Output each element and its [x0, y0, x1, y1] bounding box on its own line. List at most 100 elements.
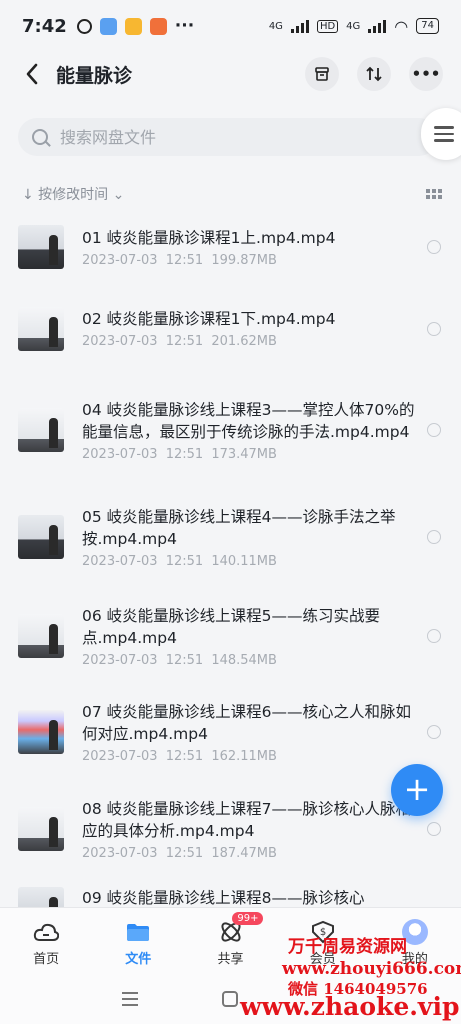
- sort-button[interactable]: [357, 57, 391, 91]
- file-info: 2023-07-03 12:51 201.62MB: [82, 334, 419, 349]
- watermark-line-1: 万千周易资源网: [288, 937, 407, 957]
- file-info: 2023-07-03 12:51 162.11MB: [82, 749, 419, 764]
- watermark: 万千周易资源网 www.zhouyi666.com 微信 1464049576: [282, 936, 461, 1000]
- hd-label: HD: [316, 19, 339, 33]
- app-header: 能量脉诊 •••: [0, 52, 461, 96]
- file-size: 140.11MB: [211, 553, 277, 569]
- file-time: 12:51: [165, 845, 204, 861]
- file-size: 187.47MB: [211, 845, 277, 861]
- file-time: 12:51: [165, 652, 204, 668]
- file-time: 12:51: [165, 252, 204, 268]
- file-name: 01 岐炎能量脉诊课程1上.mp4.mp4: [82, 228, 336, 247]
- watermark-line-2: www.zhouyi666.com: [282, 959, 461, 979]
- archive-button[interactable]: [305, 57, 339, 91]
- tab-files-label: 文件: [125, 952, 152, 967]
- video-thumbnail: [18, 807, 64, 851]
- signal-icon: [290, 19, 309, 33]
- list-item[interactable]: 07 岐炎能量脉诊线上课程6——核心之人和脉如何对应.mp4.mp4 2023-…: [0, 683, 461, 781]
- video-thumbnail: [18, 306, 64, 351]
- header-actions: •••: [305, 57, 443, 91]
- status-right: 4G HD 4G ◠ 74: [269, 17, 439, 36]
- list-item[interactable]: 01 岐炎能量脉诊课程1上.mp4.mp4 2023-07-03 12:51 1…: [0, 212, 461, 282]
- network-label-2: 4G: [346, 20, 361, 32]
- file-date: 2023-07-03: [82, 748, 158, 764]
- video-thumbnail: [18, 614, 64, 658]
- battery-indicator: 74: [416, 18, 439, 34]
- file-date: 2023-07-03: [82, 252, 158, 268]
- more-dots-icon: •••: [411, 65, 441, 83]
- video-thumbnail: [18, 408, 64, 452]
- tab-files[interactable]: 文件: [92, 908, 184, 973]
- file-date: 2023-07-03: [82, 845, 158, 861]
- list-item[interactable]: 06 岐炎能量脉诊线上课程5——练习实战要点.mp4.mp4 2023-07-0…: [0, 589, 461, 683]
- status-time: 7:42: [22, 15, 67, 37]
- network-label-1: 4G: [268, 20, 283, 32]
- file-list: 01 岐炎能量脉诊课程1上.mp4.mp4 2023-07-03 12:51 1…: [0, 212, 461, 907]
- sort-icon: [366, 66, 382, 82]
- select-radio[interactable]: [427, 240, 441, 254]
- file-info: 2023-07-03 12:51 173.47MB: [82, 447, 419, 462]
- file-name: 04 岐炎能量脉诊线上课程3——掌控人体70%的能量信息，最区别于传统诊脉的手法…: [82, 400, 415, 441]
- grid-view-icon[interactable]: [426, 189, 442, 199]
- tab-share[interactable]: 99+ 共享: [184, 908, 276, 973]
- file-info: 2023-07-03 12:51 199.87MB: [82, 253, 419, 268]
- home-square-icon[interactable]: [222, 990, 239, 1007]
- video-app-icon: [124, 17, 142, 35]
- file-time: 12:51: [165, 748, 204, 764]
- share-badge: 99+: [232, 912, 264, 925]
- file-name: 08 岐炎能量脉诊线上课程7——脉诊核心人脉相应的具体分析.mp4.mp4: [82, 799, 412, 840]
- app-notification-icon-2: [149, 17, 167, 35]
- folder-icon: [125, 920, 151, 944]
- search-input[interactable]: [60, 127, 360, 147]
- file-name: 07 岐炎能量脉诊线上课程6——核心之人和脉如何对应.mp4.mp4: [82, 702, 412, 743]
- select-radio[interactable]: [427, 423, 441, 437]
- select-radio[interactable]: [427, 629, 441, 643]
- tab-home[interactable]: 首页: [0, 908, 92, 973]
- sort-by-modified-button[interactable]: ↓ 按修改时间 ⌄: [22, 184, 124, 204]
- file-size: 173.47MB: [211, 446, 277, 462]
- signal-icon-2: [368, 19, 387, 33]
- file-date: 2023-07-03: [82, 652, 158, 668]
- more-button[interactable]: •••: [409, 57, 443, 91]
- tab-home-label: 首页: [33, 952, 60, 967]
- select-radio[interactable]: [427, 530, 441, 544]
- list-item[interactable]: 09 岐炎能量脉诊线上课程8——脉诊核心: [0, 877, 461, 907]
- side-menu-button[interactable]: [421, 108, 461, 160]
- file-date: 2023-07-03: [82, 334, 158, 349]
- search-bar[interactable]: [18, 118, 438, 156]
- archive-icon: [315, 67, 329, 81]
- list-item[interactable]: 04 岐炎能量脉诊线上课程3——掌控人体70%的能量信息，最区别于传统诊脉的手法…: [0, 375, 461, 485]
- file-name: 05 岐炎能量脉诊线上课程4——诊脉手法之举按.mp4.mp4: [82, 507, 396, 548]
- menu-icon[interactable]: [122, 991, 139, 1006]
- list-item[interactable]: 05 岐炎能量脉诊线上课程4——诊脉手法之举按.mp4.mp4 2023-07-…: [0, 485, 461, 589]
- tab-share-label: 共享: [217, 952, 244, 967]
- file-time: 12:51: [165, 446, 204, 462]
- file-size: 162.11MB: [211, 748, 277, 764]
- list-item[interactable]: 02 岐炎能量脉诊课程1下.mp4.mp4 2023-07-03 12:51 2…: [0, 282, 461, 375]
- file-time: 12:51: [165, 553, 204, 569]
- page-title: 能量脉诊: [56, 64, 133, 87]
- file-name: 06 岐炎能量脉诊线上课程5——练习实战要点.mp4.mp4: [82, 606, 381, 647]
- file-info: 2023-07-03 12:51 148.54MB: [82, 653, 419, 668]
- add-button[interactable]: +: [391, 764, 443, 816]
- file-size: 148.54MB: [211, 652, 277, 668]
- file-info: 2023-07-03 12:51 187.47MB: [82, 846, 419, 861]
- select-radio[interactable]: [427, 321, 441, 336]
- file-name: 02 岐炎能量脉诊课程1下.mp4.mp4: [82, 310, 336, 328]
- file-date: 2023-07-03: [82, 553, 158, 569]
- alarm-icon: [76, 18, 92, 34]
- select-radio[interactable]: [427, 822, 441, 836]
- file-time: 12:51: [165, 334, 204, 349]
- status-app-icons: ···: [76, 16, 194, 36]
- file-name: 09 岐炎能量脉诊线上课程8——脉诊核心: [82, 889, 365, 907]
- video-thumbnail: [18, 225, 64, 269]
- file-info: 2023-07-03 12:51 140.11MB: [82, 554, 419, 569]
- select-radio[interactable]: [427, 725, 441, 739]
- cloud-home-icon: [33, 920, 60, 944]
- watermark-line-3: www.zhaoke.vip: [240, 992, 460, 1021]
- app-notification-icon: [99, 17, 117, 35]
- video-thumbnail: [18, 515, 64, 559]
- file-size: 201.62MB: [211, 334, 277, 349]
- back-button[interactable]: [12, 54, 52, 94]
- video-thumbnail: [18, 710, 64, 754]
